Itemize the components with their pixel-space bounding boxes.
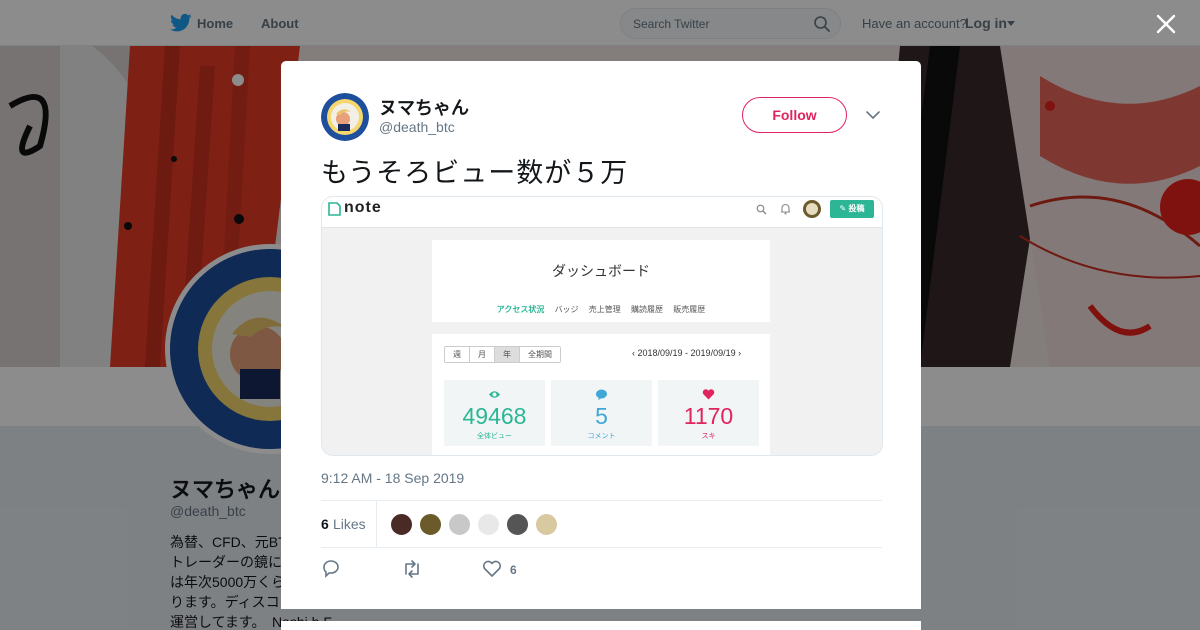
tweet-text: もうそろビュー数が５万 (321, 158, 629, 188)
tweet-timestamp[interactable]: 9:12 AM - 18 Sep 2019 (321, 470, 464, 486)
heart-icon[interactable] (481, 558, 503, 580)
period-option: 年 (495, 347, 520, 362)
period-option: 週 (445, 347, 470, 362)
likes-stat-label: スキ (701, 433, 716, 440)
date-range-text: 2018/09/19 - 2019/09/19 (637, 348, 736, 358)
note-logo-text: note (344, 199, 382, 216)
likes-stat: 1170 スキ (658, 380, 759, 446)
like-action-count: 6 (510, 563, 517, 577)
period-option: 月 (470, 347, 495, 362)
follow-button[interactable]: Follow (742, 97, 847, 133)
author-handle[interactable]: @death_btc (379, 119, 455, 135)
likes-label[interactable]: Likes (333, 516, 366, 532)
comments-label: コメント (587, 433, 616, 440)
liker-avatar[interactable] (419, 513, 442, 536)
liker-avatar[interactable] (535, 513, 558, 536)
comment-icon (596, 389, 607, 400)
search-icon (756, 204, 767, 215)
heart-icon (702, 389, 715, 400)
views-count: 49468 (462, 403, 527, 429)
tweet-stats: 6 Likes (321, 500, 882, 548)
dashboard-tab: 販売履歴 (673, 305, 706, 314)
note-logo-icon (328, 202, 341, 216)
note-post-label: 投稿 (848, 204, 865, 213)
next-modal-edge (281, 621, 921, 630)
stats-divider (376, 501, 377, 547)
tweet-actions: 6 (321, 558, 621, 582)
period-selector: 週 月 年 全期間 (444, 346, 561, 363)
author-avatar[interactable] (321, 93, 369, 141)
comments-count: 5 (595, 403, 608, 429)
author-name[interactable]: ヌマちゃん (379, 94, 469, 120)
note-post-button: ✎ 投稿 (830, 200, 874, 218)
dashboard-card: ダッシュボード アクセス状況 バッジ 売上管理 購読履歴 販売履歴 (432, 240, 770, 322)
dashboard-tab: アクセス状況 (496, 305, 545, 314)
retweet-icon[interactable] (401, 558, 423, 580)
note-header: note ✎ 投稿 (322, 197, 882, 228)
stats-card: 週 月 年 全期間 ‹ 2018/09/19 - 2019/09/19 › 49… (432, 334, 770, 455)
dashboard-tab: 売上管理 (588, 305, 621, 314)
dashboard-tab: 購読履歴 (631, 305, 664, 314)
dashboard-tabs: アクセス状況 バッジ 売上管理 購読履歴 販売履歴 (432, 304, 770, 315)
views-stat: 49468 全体ビュー (444, 380, 545, 446)
liker-avatar[interactable] (477, 513, 500, 536)
dashboard-tab: バッジ (554, 305, 579, 314)
likes-count[interactable]: 6 (321, 516, 329, 532)
close-icon[interactable] (1154, 12, 1178, 36)
tweet-modal: ヌマちゃん @death_btc Follow もうそろビュー数が５万 note (281, 61, 921, 609)
chevron-down-icon[interactable] (865, 109, 881, 121)
liker-avatar[interactable] (448, 513, 471, 536)
reply-icon[interactable] (321, 558, 343, 580)
liker-avatar[interactable] (390, 513, 413, 536)
tweet-media-image[interactable]: note ✎ 投稿 ダッシュボード アクセス状況 バッジ 売上管理 購読履歴 販… (321, 196, 883, 456)
author-avatar-image (321, 93, 369, 141)
liker-avatar[interactable] (506, 513, 529, 536)
views-label: 全体ビュー (477, 433, 512, 440)
user-avatar-icon (803, 200, 821, 218)
date-range: ‹ 2018/09/19 - 2019/09/19 › (632, 348, 742, 358)
period-option: 全期間 (528, 350, 552, 359)
comments-stat: 5 コメント (551, 380, 652, 446)
eye-icon (489, 391, 500, 398)
dashboard-title: ダッシュボード (552, 263, 650, 279)
bell-icon (781, 203, 790, 215)
likes-stat-count: 1170 (683, 403, 734, 429)
